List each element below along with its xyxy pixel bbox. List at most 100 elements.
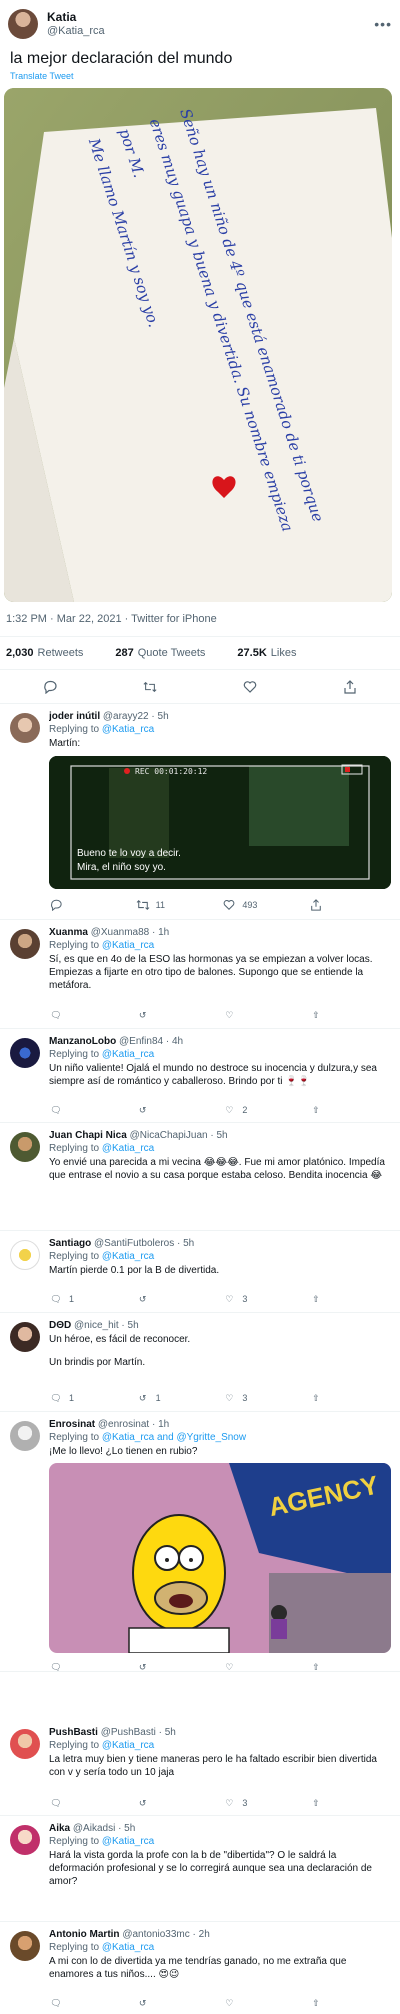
reply-item[interactable]: Enrosinat @enrosinat · 1h Replying to @K…: [0, 1412, 400, 1672]
reply-action-like[interactable]: 493: [222, 898, 272, 912]
heart-icon[interactable]: ♡: [222, 1796, 236, 1810]
reply-handle[interactable]: @nice_hit · 5h: [74, 1320, 139, 1331]
heart-icon[interactable]: ♡: [222, 1996, 236, 2010]
reply-action-reply[interactable]: 🗨: [49, 1008, 99, 1022]
reply-action-reply[interactable]: 🗨: [49, 1103, 99, 1117]
reply-icon[interactable]: 🗨: [49, 1391, 63, 1405]
reply-action-reply[interactable]: 🗨 1: [49, 1391, 99, 1405]
reply-icon[interactable]: 🗨: [49, 1660, 63, 1674]
reply-icon[interactable]: [43, 680, 57, 694]
avatar[interactable]: [10, 1240, 40, 1270]
heart-icon[interactable]: [222, 898, 236, 912]
heart-icon[interactable]: ♡: [222, 1008, 236, 1022]
reply-author-name[interactable]: DΘD: [49, 1320, 71, 1331]
share-icon[interactable]: ⇧: [309, 1292, 323, 1306]
avatar[interactable]: [10, 929, 40, 959]
heart-icon[interactable]: [243, 680, 257, 694]
reply-handle[interactable]: @NicaChapiJuan · 5h: [130, 1130, 228, 1141]
reply-action-like[interactable]: ♡: [222, 1008, 272, 1022]
share-icon[interactable]: [343, 679, 357, 694]
avatar[interactable]: [8, 8, 38, 39]
reply-action-like[interactable]: ♡ 3: [222, 1292, 272, 1306]
reply-author-name[interactable]: Xuanma: [49, 927, 88, 938]
reply-author-name[interactable]: Juan Chapi Nica: [49, 1130, 127, 1141]
reply-action-reply[interactable]: [49, 898, 99, 912]
reply-action-share[interactable]: ⇧: [309, 1391, 359, 1405]
avatar[interactable]: [10, 1825, 40, 1855]
tweet-photo[interactable]: Seño hay un niño de 4º que está enamorad…: [4, 88, 392, 602]
author-handle[interactable]: @Katia_rca: [47, 24, 105, 38]
heart-icon[interactable]: ♡: [222, 1391, 236, 1405]
reply-action-share[interactable]: ⇧: [309, 1103, 359, 1117]
reply-action-retweet[interactable]: ↺: [136, 1796, 186, 1810]
reply-item[interactable]: DΘD @nice_hit · 5h Un héroe, es fácil de…: [0, 1313, 400, 1412]
avatar[interactable]: [10, 1931, 40, 1961]
reply-item[interactable]: Juan Chapi Nica @NicaChapiJuan · 5h Repl…: [0, 1123, 400, 1231]
retweet-icon[interactable]: [136, 898, 150, 912]
reply-video-thumbnail[interactable]: REC 00:01:20:12 Bueno te lo voy a decir.…: [49, 756, 391, 889]
reply-handle[interactable]: @Aikadsi · 5h: [73, 1823, 135, 1834]
reply-action-reply[interactable]: 🗨: [49, 1660, 99, 1674]
likes-stat[interactable]: 27.5K Likes: [237, 647, 312, 659]
reply-action-retweet[interactable]: ↺: [136, 1008, 186, 1022]
retweet-icon[interactable]: ↺: [136, 1996, 150, 2010]
share-icon[interactable]: ⇧: [309, 1796, 323, 1810]
reply-action-share[interactable]: ⇧: [309, 1660, 359, 1674]
reply-item[interactable]: joder inútil @arayy22 · 5h Replying to @…: [0, 704, 400, 920]
reply-action-reply[interactable]: 🗨 1: [49, 1292, 99, 1306]
replying-to-link[interactable]: @Katia_rca: [102, 1836, 154, 1847]
reply-action-like[interactable]: ♡ 2: [222, 1103, 272, 1117]
reply-action-reply[interactable]: 🗨: [49, 1796, 99, 1810]
author-name[interactable]: Katia: [47, 10, 105, 24]
reply-handle[interactable]: @antonio33mc · 2h: [122, 1929, 209, 1940]
share-icon[interactable]: ⇧: [309, 1008, 323, 1022]
reply-action-reply[interactable]: 🗨: [49, 1996, 99, 2010]
reply-icon[interactable]: 🗨: [49, 1103, 63, 1117]
reply-action-like[interactable]: ♡ 3: [222, 1391, 272, 1405]
avatar[interactable]: [10, 1729, 40, 1759]
reply-handle[interactable]: @SantiFutboleros · 5h: [94, 1238, 194, 1249]
reply-handle[interactable]: @arayy22 · 5h: [103, 711, 169, 722]
retweets-stat[interactable]: 2,030 Retweets: [6, 647, 99, 659]
reply-action-share[interactable]: ⇧: [309, 1008, 359, 1022]
reply-action-share[interactable]: ⇧: [309, 1292, 359, 1306]
avatar[interactable]: [10, 1322, 40, 1352]
reply-action-retweet[interactable]: ↺: [136, 1292, 186, 1306]
more-options-icon[interactable]: •••: [374, 16, 392, 32]
reply-icon[interactable]: 🗨: [49, 1008, 63, 1022]
retweet-icon[interactable]: [143, 680, 157, 694]
reply-author-name[interactable]: Santiago: [49, 1238, 91, 1249]
reply-handle[interactable]: @PushBasti · 5h: [101, 1727, 176, 1738]
avatar[interactable]: [10, 1038, 40, 1068]
reply-item[interactable]: PushBasti @PushBasti · 5h Replying to @K…: [0, 1720, 400, 1816]
reply-gif-image[interactable]: AGENCY: [49, 1463, 391, 1653]
reply-action-retweet[interactable]: ↺: [136, 1103, 186, 1117]
reply-action-like[interactable]: ♡ 3: [222, 1796, 272, 1810]
reply-item[interactable]: Santiago @SantiFutboleros · 5h Replying …: [0, 1231, 400, 1313]
retweet-icon[interactable]: ↺: [136, 1391, 150, 1405]
avatar[interactable]: [10, 1421, 40, 1451]
reply-item[interactable]: ManzanoLobo @Enfin84 · 4h Replying to @K…: [0, 1029, 400, 1123]
reply-action-share[interactable]: ⇧: [309, 1796, 359, 1810]
replying-to-link[interactable]: @Katia_rca: [102, 940, 154, 951]
reply-author-name[interactable]: Enrosinat: [49, 1419, 95, 1430]
reply-icon[interactable]: 🗨: [49, 1796, 63, 1810]
reply-action-retweet[interactable]: ↺: [136, 1996, 186, 2010]
reply-action-retweet[interactable]: ↺ 1: [136, 1391, 186, 1405]
replying-to-link[interactable]: @Katia_rca: [102, 1143, 154, 1154]
reply-item[interactable]: Xuanma @Xuanma88 · 1h Replying to @Katia…: [0, 920, 400, 1029]
reply-action-like[interactable]: ♡: [222, 1996, 272, 2010]
reply-author-name[interactable]: Antonio Martin: [49, 1929, 120, 1940]
translate-link[interactable]: Translate Tweet: [0, 68, 400, 84]
heart-icon[interactable]: ♡: [222, 1660, 236, 1674]
reply-action-retweet[interactable]: ↺: [136, 1660, 186, 1674]
reply-action-like[interactable]: ♡: [222, 1660, 272, 1674]
reply-action-share[interactable]: ⇧: [309, 1996, 359, 2010]
reply-author-name[interactable]: joder inútil: [49, 711, 100, 722]
share-icon[interactable]: [309, 898, 323, 912]
share-icon[interactable]: ⇧: [309, 1391, 323, 1405]
share-icon[interactable]: ⇧: [309, 1996, 323, 2010]
reply-icon[interactable]: 🗨: [49, 1996, 63, 2010]
retweet-icon[interactable]: ↺: [136, 1103, 150, 1117]
reply-item[interactable]: Antonio Martin @antonio33mc · 2h Replyin…: [0, 1922, 400, 2014]
